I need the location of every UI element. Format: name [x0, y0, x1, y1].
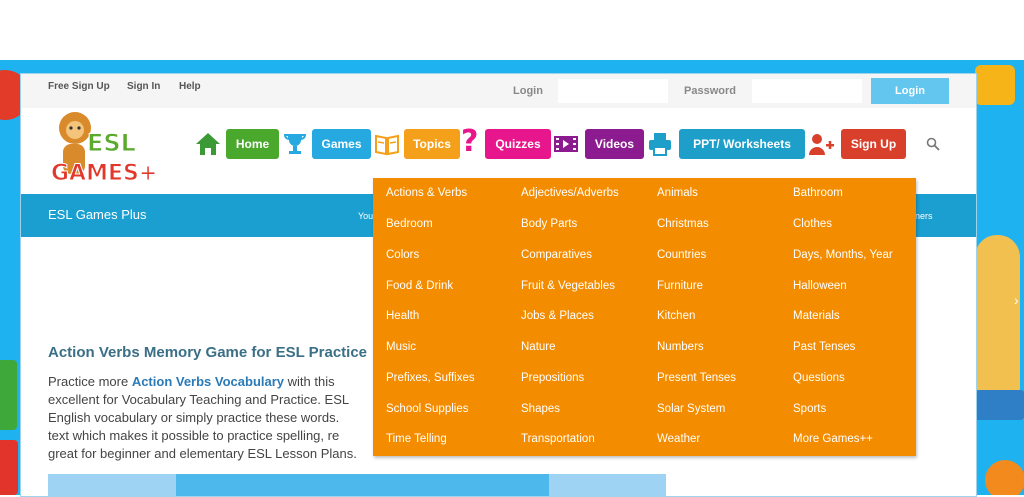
menu-item-colors[interactable]: Colors [386, 249, 419, 261]
paragraph-text: Practice more [48, 374, 132, 389]
logo-games-text: GAMES+ [51, 161, 157, 186]
house-icon[interactable] [194, 130, 222, 158]
menu-item-health[interactable]: Health [386, 310, 419, 322]
film-icon[interactable] [552, 130, 580, 158]
menu-item-furniture[interactable]: Furniture [657, 280, 703, 292]
trophy-icon[interactable] [281, 130, 309, 158]
nav-signup-button[interactable]: Sign Up [841, 129, 906, 159]
signin-link[interactable]: Sign In [127, 81, 160, 92]
menu-item-numbers[interactable]: Numbers [657, 341, 704, 353]
game-frame-band [176, 474, 549, 496]
menu-item-solar-system[interactable]: Solar System [657, 403, 725, 415]
green-block-decoration [0, 360, 17, 430]
next-arrow-icon[interactable]: › [1014, 292, 1019, 308]
password-label: Password [684, 85, 736, 97]
printer-icon[interactable] [646, 130, 674, 158]
menu-item-clothes[interactable]: Clothes [793, 218, 832, 230]
menu-item-prefixes-suffixes[interactable]: Prefixes, Suffixes [386, 372, 475, 384]
site-name[interactable]: ESL Games Plus [48, 207, 147, 222]
nav-home-button[interactable]: Home [226, 129, 279, 159]
menu-item-shapes[interactable]: Shapes [521, 403, 560, 415]
game-frame-top[interactable] [48, 474, 666, 496]
nav-games-button[interactable]: Games [312, 129, 371, 159]
menu-item-more-games[interactable]: More Games++ [793, 433, 873, 445]
login-button[interactable]: Login [871, 78, 949, 104]
menu-item-transportation[interactable]: Transportation [521, 433, 595, 445]
menu-item-animals[interactable]: Animals [657, 187, 698, 199]
book-icon[interactable] [373, 130, 401, 158]
menu-item-adjectives-adverbs[interactable]: Adjectives/Adverbs [521, 187, 619, 199]
topics-dropdown-menu: Actions & Verbs Bedroom Colors Food & Dr… [373, 178, 916, 456]
menu-item-halloween[interactable]: Halloween [793, 280, 847, 292]
menu-item-prepositions[interactable]: Prepositions [521, 372, 584, 384]
menu-item-jobs-places[interactable]: Jobs & Places [521, 310, 594, 322]
nav-ppt-worksheets-button[interactable]: PPT/ Worksheets [679, 129, 805, 159]
menu-item-weather[interactable]: Weather [657, 433, 700, 445]
menu-item-time-telling[interactable]: Time Telling [386, 433, 447, 445]
password-field[interactable] [752, 79, 862, 103]
menu-item-christmas[interactable]: Christmas [657, 218, 709, 230]
book-stack-decoration [975, 390, 1024, 420]
menu-item-countries[interactable]: Countries [657, 249, 706, 261]
menu-item-comparatives[interactable]: Comparatives [521, 249, 592, 261]
add-user-icon[interactable] [807, 130, 835, 158]
menu-item-kitchen[interactable]: Kitchen [657, 310, 695, 322]
worm-character [975, 235, 1020, 415]
yellow-block-decoration [975, 65, 1015, 105]
action-verbs-vocabulary-link[interactable]: Action Verbs Vocabulary [132, 374, 284, 389]
menu-item-fruit-vegetables[interactable]: Fruit & Vegetables [521, 280, 615, 292]
orange-shape-decoration [985, 460, 1024, 495]
menu-item-present-tenses[interactable]: Present Tenses [657, 372, 736, 384]
site-logo[interactable]: ESL GAMES+ [49, 108, 189, 187]
login-field[interactable] [558, 79, 668, 103]
menu-item-sports[interactable]: Sports [793, 403, 826, 415]
bar-link-fragment-left[interactable]: You [358, 211, 373, 221]
bar-link-fragment-right[interactable]: ners [915, 211, 933, 221]
menu-item-music[interactable]: Music [386, 341, 416, 353]
menu-item-bedroom[interactable]: Bedroom [386, 218, 433, 230]
menu-item-questions[interactable]: Questions [793, 372, 845, 384]
menu-item-past-tenses[interactable]: Past Tenses [793, 341, 855, 353]
paragraph-text: with this [284, 374, 335, 389]
page-title: Action Verbs Memory Game for ESL Practic… [48, 344, 368, 361]
logo-esl-text: ESL [87, 129, 136, 157]
nav-quizzes-button[interactable]: Quizzes [485, 129, 551, 159]
menu-item-actions-verbs[interactable]: Actions & Verbs [386, 187, 467, 199]
login-label: Login [513, 85, 543, 97]
red-block-decoration [0, 440, 18, 495]
menu-item-nature[interactable]: Nature [521, 341, 556, 353]
menu-item-body-parts[interactable]: Body Parts [521, 218, 577, 230]
nav-topics-button[interactable]: Topics [404, 129, 460, 159]
menu-item-food-drink[interactable]: Food & Drink [386, 280, 453, 292]
search-icon[interactable] [926, 137, 940, 151]
menu-item-days-months-year[interactable]: Days, Months, Year [793, 249, 893, 261]
free-signup-link[interactable]: Free Sign Up [48, 81, 110, 92]
menu-item-bathroom[interactable]: Bathroom [793, 187, 843, 199]
nav-videos-button[interactable]: Videos [585, 129, 644, 159]
top-bar: Free Sign Up Sign In Help Login Password… [21, 74, 976, 108]
menu-item-materials[interactable]: Materials [793, 310, 840, 322]
menu-item-school-supplies[interactable]: School Supplies [386, 403, 468, 415]
lion-logo-graphic: ESL GAMES+ [51, 112, 158, 187]
help-link[interactable]: Help [179, 81, 201, 92]
